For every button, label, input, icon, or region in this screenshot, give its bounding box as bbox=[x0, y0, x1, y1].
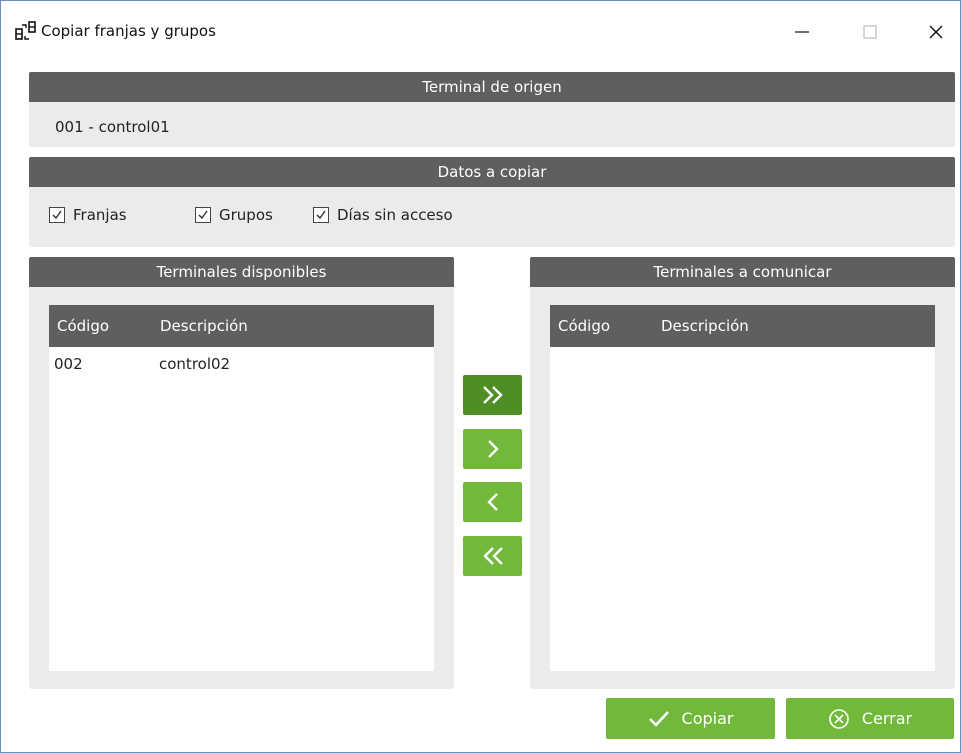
column-header-code[interactable]: Código bbox=[558, 317, 610, 335]
checkbox-label: Franjas bbox=[73, 206, 127, 224]
copy-button[interactable]: Copiar bbox=[606, 698, 775, 739]
close-button[interactable]: Cerrar bbox=[786, 698, 954, 739]
terminals-to-communicate-header: Terminales a comunicar bbox=[530, 257, 955, 287]
origin-terminal-value: 001 - control01 bbox=[55, 118, 170, 136]
grid-header: Código Descripción bbox=[49, 305, 434, 347]
terminals-to-communicate-panel: Código Descripción bbox=[530, 287, 955, 689]
row-description: control02 bbox=[159, 355, 231, 373]
minimize-button[interactable] bbox=[779, 15, 825, 49]
available-terminals-panel: Código Descripción 002 control02 bbox=[29, 287, 454, 689]
move-left-icon bbox=[486, 493, 498, 511]
move-right-button[interactable] bbox=[463, 429, 522, 469]
close-button-label: Cerrar bbox=[861, 709, 913, 728]
checkmark-icon bbox=[52, 210, 62, 220]
copy-dialog-window: Copiar franjas y grupos Terminal de orig… bbox=[0, 0, 961, 753]
move-all-right-icon bbox=[482, 386, 503, 404]
checkbox-box[interactable] bbox=[195, 207, 211, 223]
minimize-icon bbox=[795, 31, 809, 33]
checkmark-icon bbox=[648, 710, 669, 727]
checkbox-box[interactable] bbox=[49, 207, 65, 223]
title-bar: Copiar franjas y grupos bbox=[1, 1, 960, 61]
copy-terminals-icon bbox=[15, 21, 37, 43]
maximize-button[interactable] bbox=[847, 15, 893, 49]
available-terminals-grid[interactable]: Código Descripción 002 control02 bbox=[49, 305, 434, 671]
maximize-icon bbox=[863, 25, 877, 39]
move-all-right-button[interactable] bbox=[463, 375, 522, 415]
checkbox-grupos[interactable]: Grupos bbox=[195, 206, 273, 224]
checkmark-icon bbox=[198, 210, 208, 220]
column-header-description[interactable]: Descripción bbox=[661, 317, 749, 335]
data-to-copy-panel: Franjas Grupos Días sin acceso bbox=[29, 187, 955, 247]
checkbox-franjas[interactable]: Franjas bbox=[49, 206, 127, 224]
checkbox-label: Días sin acceso bbox=[337, 206, 453, 224]
close-icon bbox=[929, 25, 943, 39]
move-right-icon bbox=[487, 440, 499, 458]
available-terminals-header: Terminales disponibles bbox=[29, 257, 454, 287]
move-left-button[interactable] bbox=[463, 482, 522, 522]
window-title: Copiar franjas y grupos bbox=[41, 22, 216, 40]
origin-panel: 001 - control01 bbox=[29, 102, 955, 147]
copy-button-label: Copiar bbox=[681, 709, 734, 728]
move-all-left-button[interactable] bbox=[463, 536, 522, 576]
column-header-description[interactable]: Descripción bbox=[160, 317, 248, 335]
checkbox-box[interactable] bbox=[313, 207, 329, 223]
grid-header: Código Descripción bbox=[550, 305, 935, 347]
checkbox-label: Grupos bbox=[219, 206, 273, 224]
terminals-to-communicate-grid[interactable]: Código Descripción bbox=[550, 305, 935, 671]
data-to-copy-header: Datos a copiar bbox=[29, 157, 955, 187]
origin-header: Terminal de origen bbox=[29, 72, 955, 102]
table-row[interactable]: 002 control02 bbox=[49, 355, 434, 377]
row-code: 002 bbox=[54, 355, 83, 373]
checkmark-icon bbox=[316, 210, 326, 220]
checkbox-dias-sin-acceso[interactable]: Días sin acceso bbox=[313, 206, 453, 224]
move-all-left-icon bbox=[482, 547, 503, 565]
column-header-code[interactable]: Código bbox=[57, 317, 109, 335]
close-circle-icon bbox=[829, 708, 849, 729]
close-window-button[interactable] bbox=[913, 15, 959, 49]
